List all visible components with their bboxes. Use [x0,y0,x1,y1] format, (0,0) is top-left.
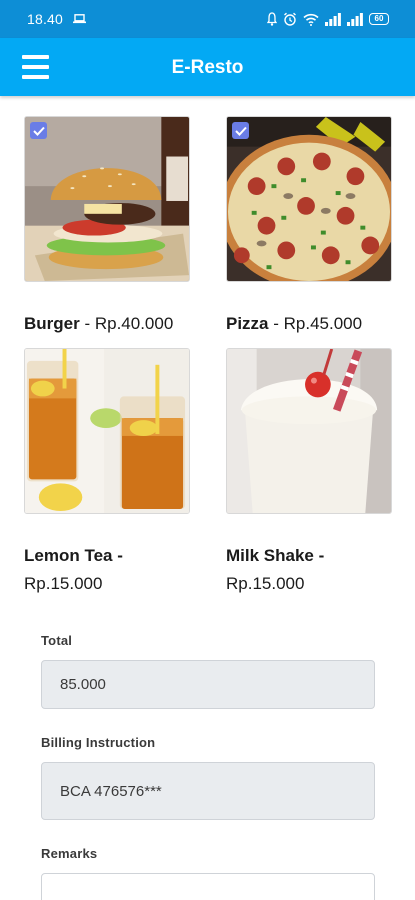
lemon-tea-image[interactable] [24,348,190,514]
signal-icon [325,12,341,26]
lemon-tea-dash: - [112,546,123,565]
remarks-label: Remarks [41,846,98,861]
app-title: E-Resto [171,57,244,78]
total-field[interactable]: 85.000 [41,660,375,709]
status-bar: 18.40 60 [0,0,415,38]
signal-icon-2 [347,12,363,26]
billing-instruction-field[interactable]: BCA 476576*** [41,762,375,820]
check-icon [32,126,45,136]
burger-price: - Rp.40.000 [79,314,174,333]
pizza-name: Pizza [226,314,269,333]
check-icon [234,126,247,136]
milk-shake-photo [227,349,391,513]
total-label: Total [41,633,73,648]
milk-shake-price: Rp.15.000 [226,574,305,593]
burger-image[interactable] [24,116,190,282]
pizza-image[interactable] [226,116,392,282]
burger-photo [25,117,189,281]
pizza-checkbox[interactable] [232,122,249,139]
milk-shake-label: Milk Shake - Rp.15.000 [226,542,406,598]
milk-shake-dash: - [313,546,325,565]
pizza-label: Pizza - Rp.45.000 [226,310,406,338]
lemon-tea-label: Lemon Tea - Rp.15.000 [24,542,204,598]
burger-checkbox[interactable] [30,122,47,139]
burger-label: Burger - Rp.40.000 [24,310,204,338]
milk-shake-image[interactable] [226,348,392,514]
pizza-price: - Rp.45.000 [268,314,363,333]
wifi-icon [303,13,319,26]
milk-shake-name: Milk Shake [226,546,314,565]
app-bar: E-Resto [0,38,415,96]
lemon-tea-photo [25,349,189,513]
billing-instruction-label: Billing Instruction [41,735,156,750]
battery-icon: 60 [369,13,389,25]
alarm-icon [284,12,296,26]
status-time: 18.40 [27,11,64,27]
pizza-photo [227,117,391,281]
notification-icon [267,12,277,26]
lemon-tea-name: Lemon Tea [24,546,113,565]
remarks-field[interactable] [41,873,375,900]
laptop-icon [73,14,86,24]
status-icons: 60 [267,11,389,27]
burger-name: Burger [24,314,80,333]
lemon-tea-price: Rp.15.000 [24,574,103,593]
